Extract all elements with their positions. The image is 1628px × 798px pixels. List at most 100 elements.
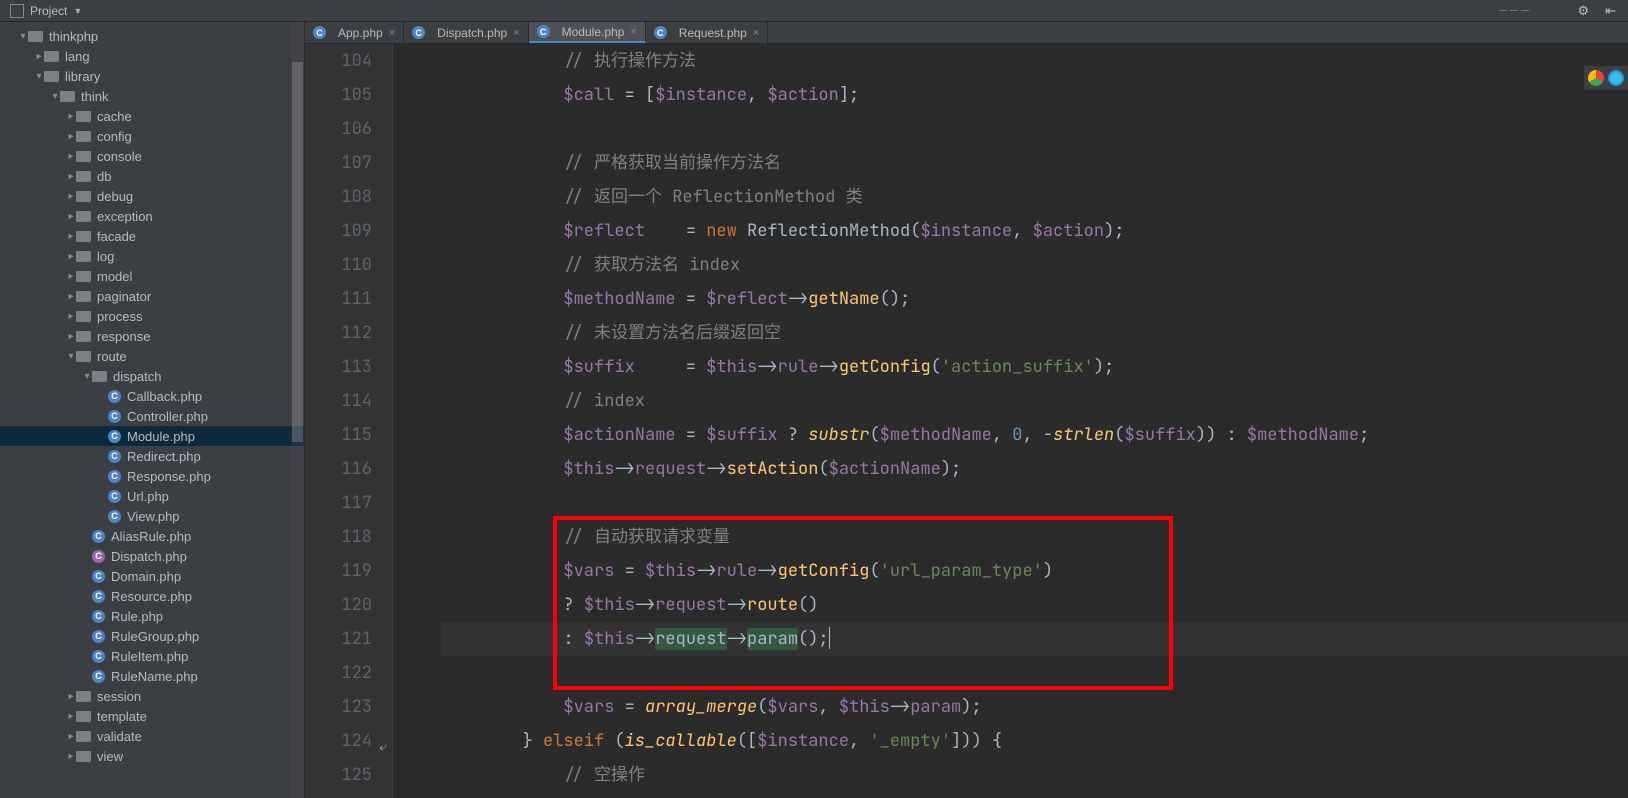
gear-icon[interactable]: ⚙ <box>1569 3 1597 19</box>
chevron-right-icon[interactable]: ▸ <box>66 311 76 322</box>
open-in-browser[interactable] <box>1584 66 1628 90</box>
sidebar-scrollbar[interactable] <box>291 22 304 798</box>
tree-item-dispatch-php[interactable]: ▸CDispatch.php <box>0 546 304 566</box>
tree-item-route[interactable]: ▾route <box>0 346 304 366</box>
tree-item-controller-php[interactable]: ▸CController.php <box>0 406 304 426</box>
code-area[interactable]: 1041051061071081091101111121131141151161… <box>305 44 1628 798</box>
chevron-right-icon[interactable]: ▸ <box>66 271 76 282</box>
tree-item-rule-php[interactable]: ▸CRule.php <box>0 606 304 626</box>
code-line[interactable]: $suffix = $this->rule->getConfig('action… <box>441 350 1628 384</box>
chevron-right-icon[interactable]: ▸ <box>66 291 76 302</box>
code-line[interactable]: // 严格获取当前操作方法名 <box>441 146 1628 180</box>
chevron-down-icon[interactable]: ▾ <box>66 351 76 362</box>
tree-item-paginator[interactable]: ▸paginator <box>0 286 304 306</box>
tree-item-view[interactable]: ▸view <box>0 746 304 766</box>
code-line[interactable]: ? $this->request->route() <box>441 588 1628 622</box>
code-line[interactable] <box>441 112 1628 146</box>
close-icon[interactable]: × <box>389 27 395 39</box>
chevron-right-icon[interactable]: ▸ <box>66 171 76 182</box>
code-line[interactable]: $methodName = $reflect->getName(); <box>441 282 1628 316</box>
tree-item-template[interactable]: ▸template <box>0 706 304 726</box>
collapse-icon[interactable]: ⇤ <box>1597 3 1624 19</box>
tree-item-facade[interactable]: ▸facade <box>0 226 304 246</box>
tree-item-lang[interactable]: ▸lang <box>0 46 304 66</box>
tree-item-config[interactable]: ▸config <box>0 126 304 146</box>
chevron-right-icon[interactable]: ▸ <box>66 731 76 742</box>
code-line[interactable]: $vars = array_merge($vars, $this->param)… <box>441 690 1628 724</box>
chevron-right-icon[interactable]: ▸ <box>66 211 76 222</box>
chevron-right-icon[interactable]: ▸ <box>66 111 76 122</box>
tree-item-callback-php[interactable]: ▸CCallback.php <box>0 386 304 406</box>
close-icon[interactable]: × <box>630 26 636 38</box>
tree-item-resource-php[interactable]: ▸CResource.php <box>0 586 304 606</box>
code-line[interactable]: // 空操作 <box>441 758 1628 792</box>
tree-item-exception[interactable]: ▸exception <box>0 206 304 226</box>
close-icon[interactable]: × <box>513 27 519 39</box>
tree-item-url-php[interactable]: ▸CUrl.php <box>0 486 304 506</box>
code-line[interactable]: $vars = $this->rule->getConfig('url_para… <box>441 554 1628 588</box>
chevron-right-icon[interactable]: ▸ <box>66 331 76 342</box>
tree-item-ruleitem-php[interactable]: ▸CRuleItem.php <box>0 646 304 666</box>
tab-dispatch-php[interactable]: CDispatch.php× <box>404 22 528 43</box>
code-line[interactable]: // 自动获取请求变量 <box>441 520 1628 554</box>
tab-app-php[interactable]: CApp.php× <box>305 22 404 43</box>
chevron-right-icon[interactable]: ▸ <box>66 231 76 242</box>
code-line[interactable]: $this->request->setAction($actionName); <box>441 452 1628 486</box>
tab-module-php[interactable]: CModule.php× <box>529 22 646 43</box>
code-line[interactable]: // index <box>441 384 1628 418</box>
tree-item-domain-php[interactable]: ▸CDomain.php <box>0 566 304 586</box>
tree-item-session[interactable]: ▸session <box>0 686 304 706</box>
tree-item-model[interactable]: ▸model <box>0 266 304 286</box>
tree-item-rulegroup-php[interactable]: ▸CRuleGroup.php <box>0 626 304 646</box>
code-line[interactable]: // 获取方法名 index <box>441 248 1628 282</box>
code-line[interactable]: : $this->request->param(); <box>441 622 1628 656</box>
code-line[interactable]: // 执行操作方法 <box>441 44 1628 78</box>
code-line[interactable]: } elseif (is_callable([$instance, '_empt… <box>441 724 1628 758</box>
tree-item-db[interactable]: ▸db <box>0 166 304 186</box>
code-line[interactable]: $actionName = $suffix ? substr($methodNa… <box>441 418 1628 452</box>
chevron-down-icon[interactable]: ▾ <box>34 71 44 82</box>
chevron-right-icon[interactable]: ▸ <box>66 751 76 762</box>
tree-item-think[interactable]: ▾think <box>0 86 304 106</box>
code-line[interactable]: // 未设置方法名后缀返回空 <box>441 316 1628 350</box>
code-line[interactable]: $reflect = new ReflectionMethod($instanc… <box>441 214 1628 248</box>
chevron-down-icon[interactable]: ▾ <box>50 91 60 102</box>
tree-item-console[interactable]: ▸console <box>0 146 304 166</box>
tree-item-response-php[interactable]: ▸CResponse.php <box>0 466 304 486</box>
tree-item-debug[interactable]: ▸debug <box>0 186 304 206</box>
project-sidebar[interactable]: ▾thinkphp▸lang▾library▾think▸cache▸confi… <box>0 22 305 798</box>
chevron-down-icon[interactable]: ▾ <box>18 31 28 42</box>
chevron-right-icon[interactable]: ▸ <box>66 251 76 262</box>
chevron-right-icon[interactable]: ▸ <box>66 151 76 162</box>
tree-item-module-php[interactable]: ▸CModule.php <box>0 426 304 446</box>
code-text[interactable]: // 执行操作方法 $call = [$instance, $action]; … <box>393 44 1628 798</box>
tree-item-process[interactable]: ▸process <box>0 306 304 326</box>
chevron-right-icon[interactable]: ▸ <box>66 131 76 142</box>
code-line[interactable]: $call = [$instance, $action]; <box>441 78 1628 112</box>
tree-item-validate[interactable]: ▸validate <box>0 726 304 746</box>
tree-item-aliasrule-php[interactable]: ▸CAliasRule.php <box>0 526 304 546</box>
tree-item-log[interactable]: ▸log <box>0 246 304 266</box>
chevron-right-icon[interactable]: ▸ <box>66 711 76 722</box>
project-panel-label[interactable]: Project ▼ <box>4 4 88 18</box>
tree-item-dispatch[interactable]: ▾dispatch <box>0 366 304 386</box>
code-line[interactable] <box>441 656 1628 690</box>
tree-item-view-php[interactable]: ▸CView.php <box>0 506 304 526</box>
tree-item-cache[interactable]: ▸cache <box>0 106 304 126</box>
tree-item-rulename-php[interactable]: ▸CRuleName.php <box>0 666 304 686</box>
fold-icon[interactable]: ⤶ <box>373 730 387 764</box>
chrome-icon[interactable] <box>1588 70 1604 86</box>
chevron-right-icon[interactable]: ▸ <box>66 691 76 702</box>
code-line[interactable]: // 返回一个 ReflectionMethod 类 <box>441 180 1628 214</box>
tree-item-redirect-php[interactable]: ▸CRedirect.php <box>0 446 304 466</box>
chevron-right-icon[interactable]: ▸ <box>66 191 76 202</box>
close-icon[interactable]: × <box>753 27 759 39</box>
tree-item-thinkphp[interactable]: ▾thinkphp <box>0 26 304 46</box>
code-line[interactable] <box>441 486 1628 520</box>
chevron-right-icon[interactable]: ▸ <box>34 51 44 62</box>
tree-item-response[interactable]: ▸response <box>0 326 304 346</box>
tree-item-library[interactable]: ▾library <box>0 66 304 86</box>
tab-request-php[interactable]: CRequest.php× <box>646 22 769 43</box>
chevron-down-icon[interactable]: ▾ <box>82 371 92 382</box>
edge-icon[interactable] <box>1608 70 1624 86</box>
